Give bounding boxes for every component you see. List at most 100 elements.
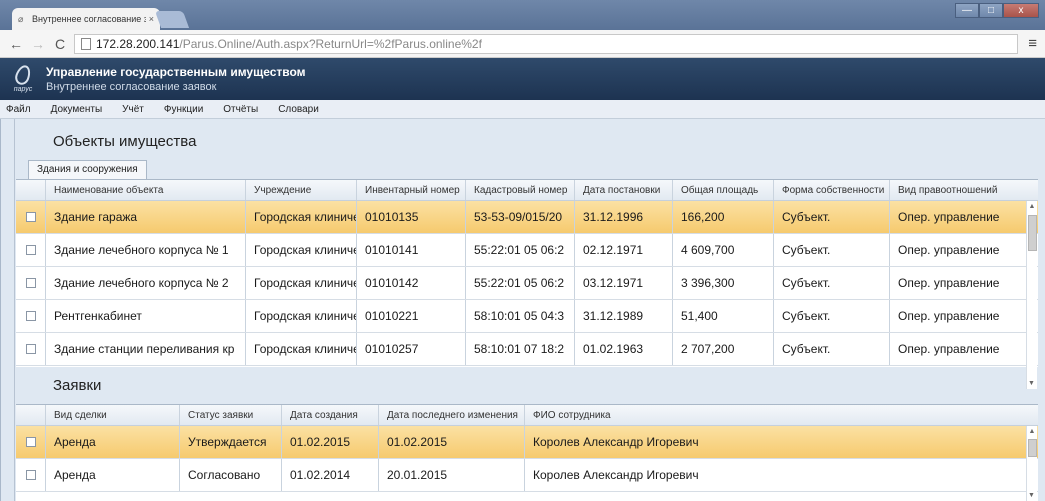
col-cadastral-header[interactable]: Кадастровый номер [466,180,575,200]
main-menu: Файл Документы Учёт Функции Отчёты Слова… [0,100,1045,119]
back-arrow-icon[interactable]: ← [8,36,24,52]
table-cell: Городская клиниче [246,201,357,233]
col-inventory-header[interactable]: Инвентарный номер [357,180,466,200]
main-content: Объекты имущества Здания и сооружения На… [0,119,1045,501]
table-row[interactable]: Здание станции переливания кр Городская к… [16,333,1038,366]
url-path: /Parus.Online/Auth.aspx?ReturnUrl=%2fPar… [179,36,482,51]
scroll-up-icon[interactable]: ▲ [1027,426,1037,437]
reload-icon[interactable]: C [52,36,68,52]
row-checkbox[interactable] [16,267,46,299]
assets-title: Объекты имущества [53,133,197,150]
col-institution-header[interactable]: Учреждение [246,180,357,200]
table-cell: 03.12.1971 [575,267,673,299]
window-controls: — □ x [955,3,1039,18]
row-checkbox[interactable] [16,459,46,491]
table-cell: 02.12.1971 [575,234,673,266]
col-status-header[interactable]: Статус заявки [180,405,282,425]
table-row[interactable]: Аренда Утверждается 01.02.2015 01.02.2015 Ко… [16,426,1038,459]
close-window-button[interactable]: x [1003,3,1039,18]
address-bar[interactable]: 172.28.200.141 /Parus.Online/Auth.aspx?R… [74,33,1019,54]
maximize-button[interactable]: □ [979,3,1003,18]
table-cell: Субъект. [774,201,890,233]
page-favicon-icon: ⌀ [18,14,24,24]
table-cell: 01.02.2014 [282,459,379,491]
table-cell: Здание лечебного корпуса № 2 [46,267,246,299]
table-cell: 55:22:01 05 06:2 [466,267,575,299]
menu-dictionaries[interactable]: Словари [278,104,319,115]
row-checkbox[interactable] [16,333,46,365]
requests-header: Вид сделки Статус заявки Дата создания Д… [16,405,1038,426]
col-modified-header[interactable]: Дата последнего изменения [379,405,525,425]
row-checkbox[interactable] [16,201,46,233]
table-cell: 01010141 [357,234,466,266]
table-cell: 01010135 [357,201,466,233]
col-deal-type-header[interactable]: Вид сделки [46,405,180,425]
scroll-up-icon[interactable]: ▲ [1027,201,1037,212]
browser-menu-icon[interactable]: ≡ [1028,35,1037,52]
select-all-header [16,405,46,425]
page-icon [81,37,91,50]
app-subtitle: Внутреннее согласование заявок [46,81,217,93]
table-row[interactable]: Здание гаража Городская клиниче 01010135 53… [16,201,1038,234]
scroll-down-icon[interactable]: ▼ [1027,490,1036,501]
splitter-handle[interactable] [9,119,15,501]
table-cell: 55:22:01 05 06:2 [466,234,575,266]
menu-functions[interactable]: Функции [164,104,203,115]
table-cell: Согласовано [180,459,282,491]
tab-close-icon[interactable]: × [146,14,154,24]
app-header: парус Управление государственным имущест… [0,58,1045,100]
table-cell: 58:10:01 05 04:3 [466,300,575,332]
table-cell: Городская клиниче [246,300,357,332]
table-cell: Городская клиниче [246,333,357,365]
table-cell: Городская клиниче [246,267,357,299]
requests-title: Заявки [53,377,102,394]
scroll-thumb[interactable] [1028,215,1037,251]
table-cell: Опер. управление [898,276,1000,290]
minimize-button[interactable]: — [955,3,979,18]
assets-header: Наименование объекта Учреждение Инвентар… [16,180,1038,201]
assets-scrollbar[interactable]: ▲ ▼ [1026,201,1037,389]
tab-title: Внутреннее согласование з... [32,14,146,24]
browser-titlebar: ⌀ Внутреннее согласование з... × — □ x [0,0,1045,30]
col-relation-header[interactable]: Вид правоотношений [890,180,1009,200]
table-cell: 31.12.1996 [575,201,673,233]
table-cell: Королев Александр Игоревич [533,435,699,449]
row-checkbox[interactable] [16,300,46,332]
col-ownership-header[interactable]: Форма собственности [774,180,890,200]
col-area-header[interactable]: Общая площадь [673,180,774,200]
table-cell: 01010142 [357,267,466,299]
col-name-header[interactable]: Наименование объекта [46,180,246,200]
menu-accounting[interactable]: Учёт [122,104,144,115]
table-cell: 53-53-09/015/20 [466,201,575,233]
table-cell: Опер. управление [898,243,1000,257]
table-row[interactable]: Аренда Согласовано 01.02.2014 20.01.2015 Кор… [16,459,1038,492]
logo-text: парус [13,86,33,93]
forward-arrow-icon[interactable]: → [30,36,46,52]
table-cell: Утверждается [180,426,282,458]
menu-reports[interactable]: Отчёты [223,104,258,115]
table-row[interactable]: Здание лечебного корпуса № 2 Городская кл… [16,267,1038,300]
col-date-header[interactable]: Дата постановки [575,180,673,200]
col-employee-header[interactable]: ФИО сотрудника [525,405,1030,425]
scroll-down-icon[interactable]: ▼ [1027,378,1036,389]
table-row[interactable]: Рентгенкабинет Городская клиниче 01010221 5… [16,300,1038,333]
table-cell: Здание станции переливания кр [46,333,246,365]
menu-file[interactable]: Файл [6,104,31,115]
table-row[interactable]: Здание лечебного корпуса № 1 Городская кл… [16,234,1038,267]
browser-toolbar: ← → C 172.28.200.141 /Parus.Online/Auth.… [0,30,1045,58]
col-created-header[interactable]: Дата создания [282,405,379,425]
requests-scrollbar[interactable]: ▲ ▼ [1026,426,1037,501]
table-cell: 20.01.2015 [379,459,525,491]
scroll-thumb[interactable] [1028,439,1037,457]
table-cell: Опер. управление [898,342,1000,356]
requests-grid: Вид сделки Статус заявки Дата создания Д… [16,404,1038,501]
browser-tab[interactable]: ⌀ Внутреннее согласование з... × [12,8,160,30]
new-tab-button[interactable] [154,11,190,28]
table-cell: Аренда [46,426,180,458]
table-cell: Опер. управление [898,210,1000,224]
tab-buildings[interactable]: Здания и сооружения [28,160,147,179]
row-checkbox[interactable] [16,426,46,458]
row-checkbox[interactable] [16,234,46,266]
app-title: Управление государственным имуществом [46,65,306,79]
menu-documents[interactable]: Документы [51,104,103,115]
